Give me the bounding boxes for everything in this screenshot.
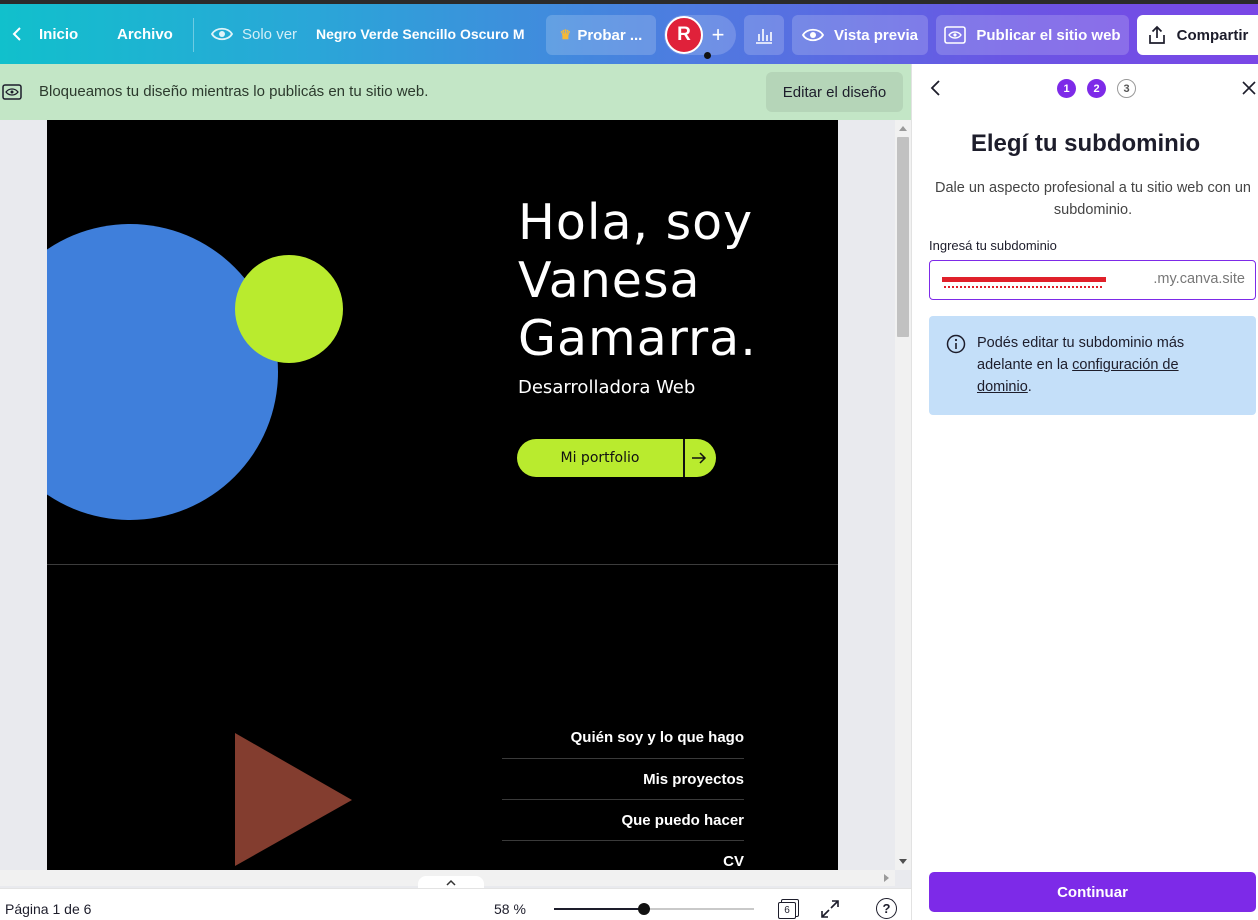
- banner-message: Bloqueamos tu diseño mientras lo publicá…: [39, 83, 429, 100]
- nav-link-projects[interactable]: Mis proyectos: [643, 771, 744, 788]
- nav-link-services[interactable]: Que puedo hacer: [621, 812, 744, 829]
- edit-design-button[interactable]: Editar el diseño: [766, 72, 903, 112]
- scroll-down-arrow[interactable]: [899, 859, 907, 864]
- design-page: Hola, soy Vanesa Gamarra. Desarrolladora…: [47, 120, 838, 870]
- show-pages-tab[interactable]: [418, 876, 484, 888]
- share-icon: [1148, 25, 1165, 44]
- info-icon: [946, 334, 966, 354]
- preview-button[interactable]: Vista previa: [792, 15, 928, 55]
- view-mode-label: Solo ver: [242, 25, 298, 43]
- nav-separator: [502, 758, 744, 759]
- blue-circle-shape: [47, 224, 278, 520]
- subdomain-input-label: Ingresá tu subdominio: [929, 238, 1057, 253]
- website-lock-icon: [2, 84, 22, 100]
- home-label: Inicio: [39, 25, 79, 43]
- publish-label: Publicar el sitio web: [976, 26, 1121, 44]
- chevron-up-icon: [446, 879, 456, 886]
- nav-separator: [502, 840, 744, 841]
- document-title[interactable]: Negro Verde Sencillo Oscuro M: [316, 4, 526, 64]
- section-divider: [47, 564, 838, 565]
- hero-heading-line: Hola, soy: [518, 194, 754, 251]
- close-icon[interactable]: [1242, 81, 1256, 95]
- publish-lock-banner: Bloqueamos tu diseño mientras lo publicá…: [0, 64, 911, 120]
- step-indicator: 1: [1057, 79, 1076, 98]
- chevron-left-icon: [12, 27, 21, 41]
- toolbar-divider: [193, 18, 194, 52]
- share-button[interactable]: Compartir: [1137, 15, 1258, 55]
- file-menu-button[interactable]: Archivo: [117, 4, 173, 64]
- button-divider: [683, 439, 685, 477]
- lime-circle-shape: [235, 255, 343, 363]
- publish-website-button[interactable]: Publicar el sitio web: [936, 15, 1129, 55]
- arrow-right-icon: [692, 452, 707, 464]
- nav-link-about[interactable]: Quién soy y lo que hago: [571, 729, 744, 746]
- spellcheck-underline: [944, 285, 1102, 288]
- help-button[interactable]: ?: [876, 898, 897, 919]
- info-text-after: .: [1027, 379, 1032, 395]
- pages-count: 6: [778, 902, 796, 919]
- online-dot: [704, 52, 711, 59]
- preview-label: Vista previa: [834, 26, 918, 44]
- nav-link-cv[interactable]: CV: [723, 853, 744, 870]
- publish-side-panel: 1 2 3 Elegí tu subdominio Dale un aspect…: [911, 64, 1258, 920]
- design-canvas-area: Hola, soy Vanesa Gamarra. Desarrolladora…: [0, 120, 911, 888]
- page-indicator[interactable]: Página 1 de 6: [5, 901, 91, 917]
- avatar[interactable]: R: [665, 16, 703, 54]
- try-pro-label: Probar ...: [577, 26, 643, 44]
- hero-subtitle: Desarrolladora Web: [518, 377, 696, 398]
- nav-separator: [502, 799, 744, 800]
- eye-icon: [211, 27, 233, 41]
- panel-title: Elegí tu subdominio: [970, 130, 1201, 157]
- info-box: Podés editar tu subdominio más adelante …: [929, 316, 1256, 415]
- zoom-slider[interactable]: [554, 903, 754, 915]
- pages-grid-button[interactable]: 6: [778, 899, 800, 919]
- try-pro-button[interactable]: ♛ Probar ...: [546, 15, 656, 55]
- portfolio-button[interactable]: Mi portfolio: [517, 439, 716, 477]
- continue-button[interactable]: Continuar: [929, 872, 1256, 912]
- scroll-up-arrow[interactable]: [899, 126, 907, 131]
- subdomain-suffix: .my.canva.site: [1153, 271, 1245, 287]
- scrollbar-thumb[interactable]: [897, 137, 909, 337]
- panel-description: Dale un aspecto profesional a tu sitio w…: [935, 180, 1251, 218]
- back-arrow-icon[interactable]: [929, 80, 943, 96]
- zoom-slider-thumb[interactable]: [638, 903, 650, 915]
- home-button[interactable]: Inicio: [10, 4, 78, 64]
- website-icon: [944, 26, 967, 44]
- zoom-slider-fill: [554, 908, 644, 910]
- add-collaborator-button[interactable]: +: [705, 18, 731, 52]
- portfolio-button-label: Mi portfolio: [560, 450, 640, 466]
- subdomain-field[interactable]: .my.canva.site: [929, 260, 1256, 300]
- bar-chart-icon: [756, 29, 772, 44]
- triangle-shape: [235, 733, 352, 866]
- info-text: Podés editar tu subdominio más adelante …: [977, 332, 1227, 398]
- hero-heading-line: Vanesa: [518, 252, 701, 309]
- redacted-text: [942, 277, 1106, 282]
- scroll-right-arrow[interactable]: [884, 874, 889, 882]
- eye-icon: [802, 28, 825, 42]
- vertical-scrollbar[interactable]: [895, 120, 911, 870]
- top-toolbar: Inicio Archivo Solo ver Negro Verde Senc…: [0, 0, 1258, 64]
- hero-heading: Hola, soy Vanesa Gamarra.: [518, 194, 757, 368]
- step-indicator: 3: [1117, 79, 1136, 98]
- view-mode-button[interactable]: Solo ver: [211, 4, 297, 64]
- share-label: Compartir: [1176, 26, 1249, 44]
- insights-button[interactable]: [744, 15, 784, 55]
- hero-heading-line: Gamarra.: [518, 310, 757, 367]
- fullscreen-icon[interactable]: [820, 899, 840, 919]
- crown-icon: ♛: [559, 27, 572, 42]
- bottom-status-bar: Página 1 de 6 58 % 6 ?: [0, 888, 911, 920]
- zoom-label[interactable]: 58 %: [494, 901, 526, 917]
- step-indicator: 2: [1087, 79, 1106, 98]
